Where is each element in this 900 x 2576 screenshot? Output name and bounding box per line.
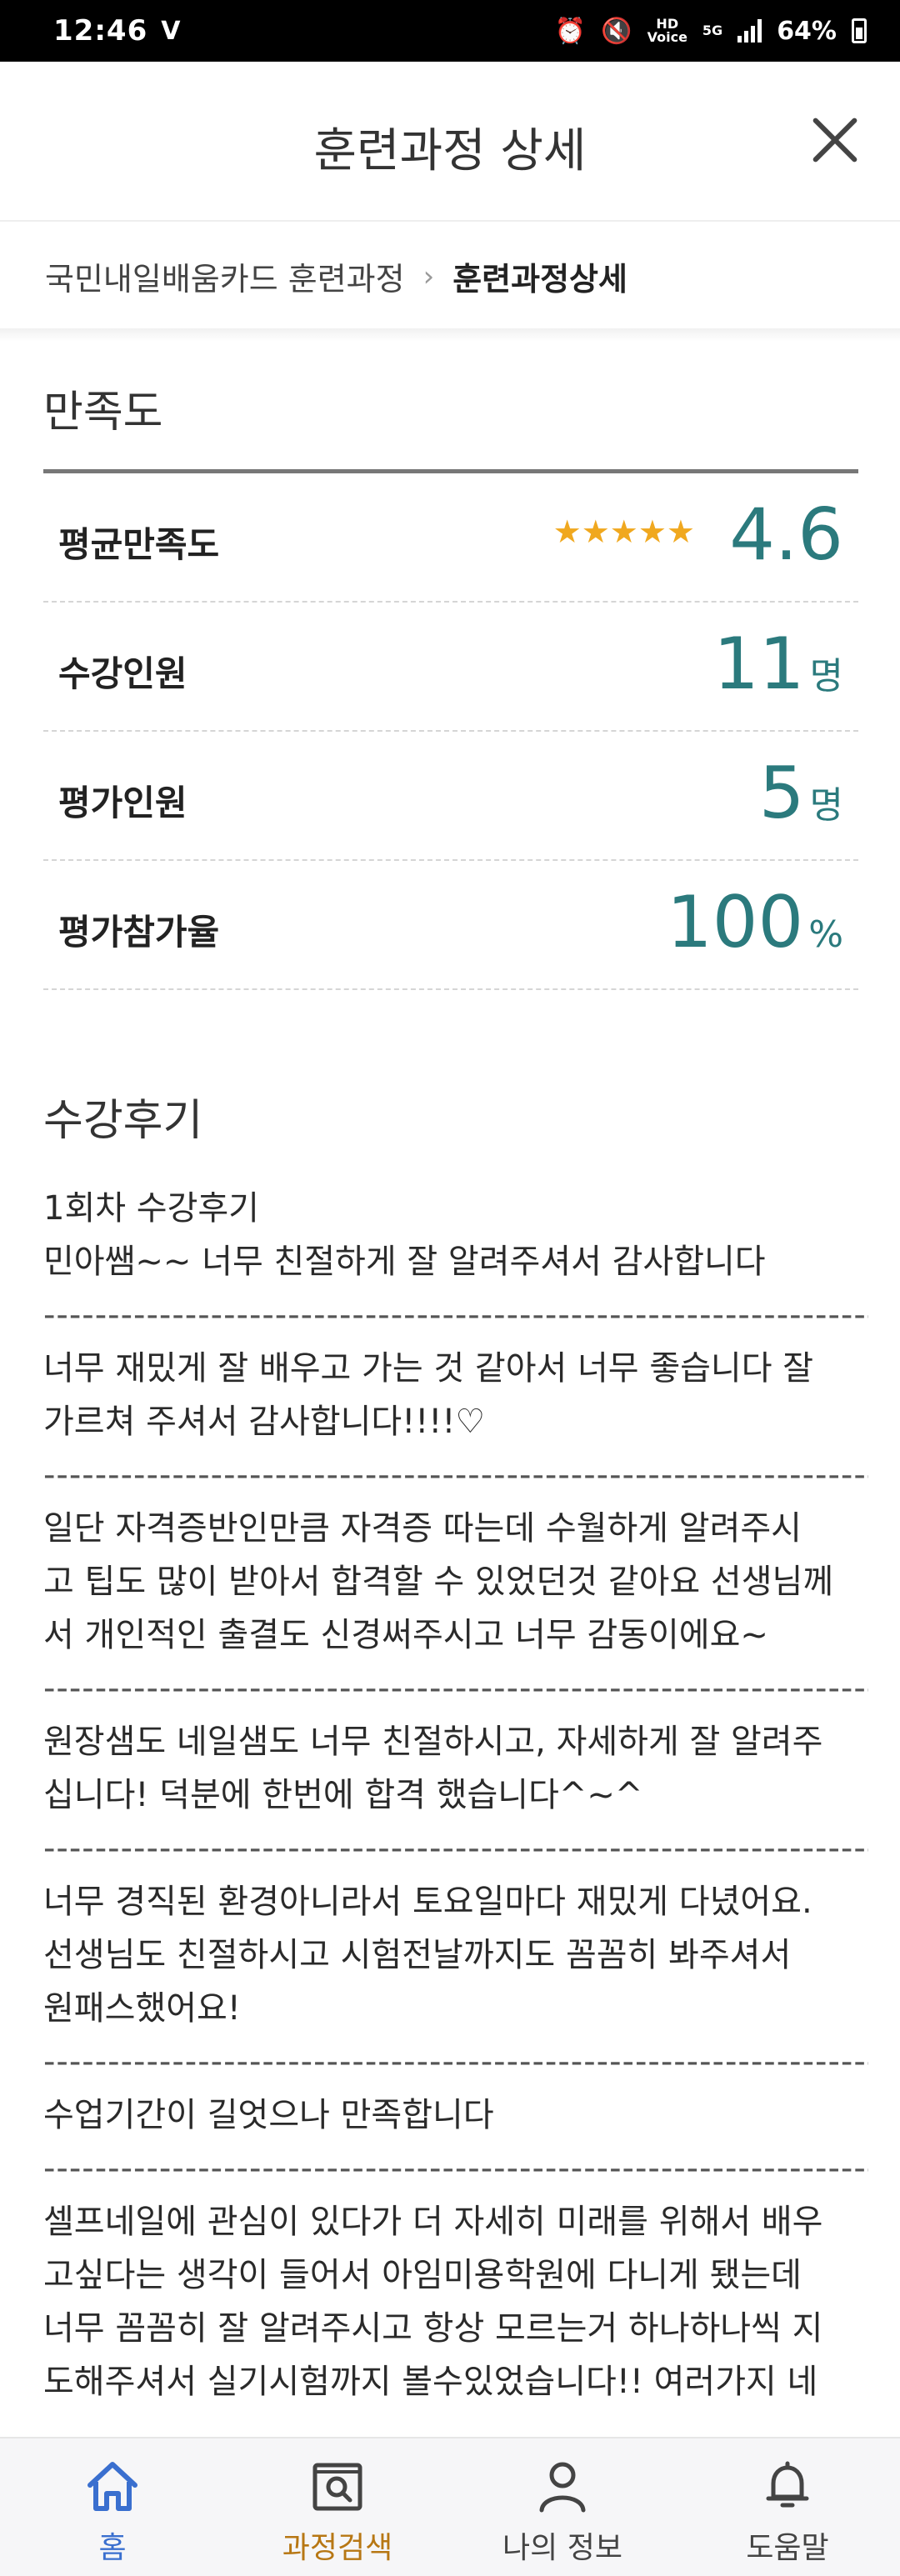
- bell-icon: [766, 2461, 809, 2508]
- review-item: 수업기간이 길엇으나 만족합니다: [43, 2096, 494, 2134]
- close-icon[interactable]: [802, 107, 868, 173]
- breadcrumb-shadow: [0, 328, 900, 342]
- stat-value: 100%: [667, 881, 843, 964]
- review-item: 너무 재밌게 잘 배우고 가는 것 같아서 너무 좋습니다 잘 가르쳐 주셔서 …: [43, 1349, 814, 1441]
- reviews-list: 1회차 수강후기 민아쌤~~ 너무 친절하게 잘 알려주셔서 감사합니다 ---…: [43, 1182, 868, 2408]
- review-item: 너무 경직된 환경아니라서 토요일마다 재밌게 다녔어요. 선생님도 친절하시고…: [43, 1883, 812, 2028]
- stat-number: 4.6: [729, 493, 843, 577]
- stat-row-participation: 평가참가율 100%: [43, 861, 858, 990]
- nav-my-info[interactable]: 나의 정보: [450, 2438, 675, 2576]
- stat-value: 5명: [759, 752, 843, 835]
- stat-value: 4.6: [729, 493, 843, 577]
- status-bar: 12:46 V ⏰ 🔇 HD Voice 5G 64%: [0, 0, 900, 62]
- nav-label: 도움말: [746, 2531, 829, 2565]
- stat-row-enrolled: 수강인원 11 명: [43, 603, 858, 732]
- star-rating-icon: ★★★★★: [552, 513, 695, 550]
- review-item: 원장샘도 네일샘도 너무 친절하시고, 자세하게 잘 알려주 십니다! 덕분에 …: [43, 1723, 823, 1814]
- nav-label: 과정검색: [282, 2531, 393, 2565]
- stat-label: 평가인원: [58, 783, 188, 823]
- stat-label: 평균만족도: [58, 524, 220, 565]
- chevron-right-icon: ›: [422, 259, 435, 293]
- stat-label: 평가참가율: [58, 912, 220, 953]
- mute-icon: 🔇: [601, 16, 632, 46]
- bottom-nav: 홈 과정검색 나의 정보 도움말: [0, 2437, 900, 2576]
- breadcrumb-current: 훈련과정상세: [452, 261, 628, 298]
- course-search-icon: [312, 2463, 362, 2511]
- stat-unit: 명: [809, 784, 843, 827]
- signal-icon: [738, 19, 762, 43]
- page-title: 훈련과정 상세: [313, 124, 587, 178]
- stat-number: 5: [758, 752, 805, 835]
- stat-number: 11: [713, 623, 805, 706]
- stat-unit: %: [808, 913, 843, 956]
- battery-percent: 64%: [777, 16, 837, 46]
- stat-unit: 명: [809, 655, 843, 698]
- review-item: 1회차 수강후기 민아쌤~~ 너무 친절하게 잘 알려주셔서 감사합니다: [43, 1189, 766, 1281]
- app-header: 훈련과정 상세: [0, 62, 900, 220]
- person-icon: [539, 2462, 586, 2513]
- nav-label: 홈: [98, 2531, 127, 2565]
- stat-value: 11 명: [713, 623, 843, 706]
- stat-row-evaluators: 평가인원 5명: [43, 732, 858, 861]
- stat-label: 수강인원: [58, 653, 188, 694]
- home-icon: [88, 2462, 138, 2511]
- review-divider: ----------------------------------------…: [43, 1296, 868, 1334]
- review-item: 일단 자격증반인만큼 자격증 따는데 수월하게 알려주시 고 팁도 많이 받아서…: [43, 1509, 834, 1654]
- review-divider: ----------------------------------------…: [43, 1456, 868, 1494]
- nav-home[interactable]: 홈: [0, 2438, 225, 2576]
- breadcrumb: 국민내일배움카드 훈련과정 › 훈련과정상세: [45, 253, 628, 299]
- battery-icon: [852, 18, 867, 43]
- hd-voice-icon: HD Voice: [648, 18, 688, 44]
- breadcrumb-parent-link[interactable]: 국민내일배움카드 훈련과정: [45, 253, 405, 299]
- network-5g-icon: 5G: [702, 23, 723, 38]
- nav-course-search[interactable]: 과정검색: [225, 2438, 450, 2576]
- alarm-icon: ⏰: [554, 16, 587, 46]
- stat-number: 100: [667, 881, 804, 964]
- voice-label: Voice: [647, 29, 688, 45]
- header-divider: [0, 220, 900, 222]
- satisfaction-title: 만족도: [43, 388, 163, 438]
- nav-label: 나의 정보: [502, 2531, 622, 2565]
- review-item: 셀프네일에 관심이 있다가 더 자세히 미래를 위해서 배우 고싶다는 생각이 …: [43, 2203, 823, 2401]
- stat-row-average: 평균만족도 ★★★★★ 4.6: [43, 473, 858, 603]
- review-divider: ----------------------------------------…: [43, 2043, 868, 2081]
- status-icons: ⏰ 🔇 HD Voice 5G 64%: [555, 17, 867, 46]
- status-time: 12:46: [53, 14, 148, 48]
- reviews-title: 수강후기: [43, 1096, 203, 1146]
- review-divider: ----------------------------------------…: [43, 1669, 868, 1708]
- review-divider: ----------------------------------------…: [43, 1829, 868, 1868]
- carrier-icon: V: [161, 16, 181, 46]
- nav-help[interactable]: 도움말: [675, 2438, 900, 2576]
- review-divider: ----------------------------------------…: [43, 2149, 868, 2188]
